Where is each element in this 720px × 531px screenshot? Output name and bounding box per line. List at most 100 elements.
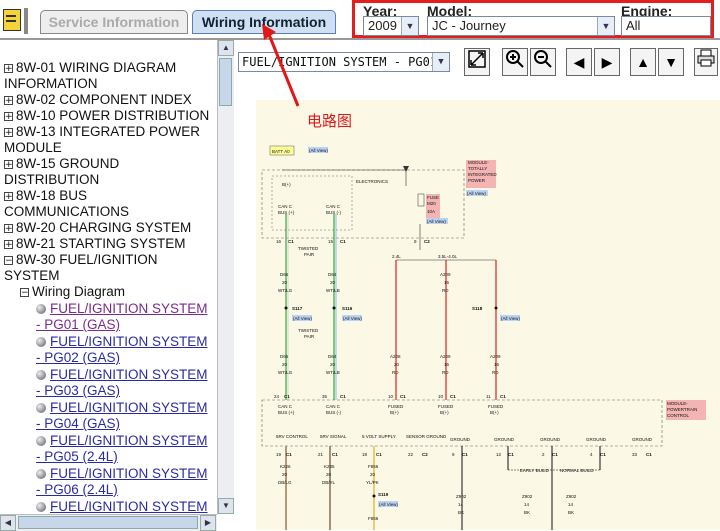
tree-item-cont[interactable]: INFORMATION — [4, 76, 98, 92]
fit-page-button[interactable] — [464, 48, 490, 76]
connector-label: C1 — [508, 452, 514, 457]
tree-link-cont[interactable]: - PG02 (GAS) — [36, 350, 120, 366]
connector-label: C2 — [422, 452, 428, 457]
tree-item[interactable]: +8W-10 POWER DISTRIBUTION — [4, 108, 209, 124]
wire-color: BK — [524, 510, 530, 515]
scroll-up-icon[interactable]: ▲ — [218, 40, 234, 56]
tree-item-cont[interactable]: SYSTEM — [4, 268, 60, 284]
wire-color: WT/LG — [278, 370, 293, 375]
splice-icon — [284, 306, 288, 310]
canc-label: CAN C — [278, 404, 293, 409]
scroll-page-down-button[interactable]: ▼ — [658, 48, 684, 76]
pin-label: 33 — [632, 452, 638, 457]
tree-item-cont[interactable]: MODULE — [4, 140, 62, 156]
connector-label: C1 — [376, 452, 382, 457]
arrow-up-icon: ▲ — [636, 54, 650, 70]
allview-text: (All View) — [501, 316, 520, 321]
expand-icon[interactable]: + — [4, 192, 13, 202]
scroll-left-icon[interactable]: ◀ — [0, 515, 16, 531]
tree-link[interactable]: FUEL/IGNITION SYSTEM — [36, 400, 208, 416]
print-button[interactable] — [694, 48, 718, 76]
bullet-icon — [36, 370, 46, 380]
tree-link-cont[interactable]: - PG04 (GAS) — [36, 416, 120, 432]
expand-icon[interactable]: + — [4, 64, 13, 74]
expand-icon[interactable]: + — [4, 240, 13, 250]
wire-gauge: 20 — [282, 472, 288, 477]
tree-item[interactable]: +8W-20 CHARGING SYSTEM — [4, 220, 191, 236]
wire-gauge: 14 — [524, 502, 530, 507]
tree-item[interactable]: +8W-01 WIRING DIAGRAM — [4, 60, 176, 76]
scroll-down-icon[interactable]: ▼ — [218, 498, 234, 514]
zoom-out-button[interactable] — [530, 48, 556, 76]
wire-id: Z902 — [566, 494, 577, 499]
previous-page-button[interactable]: ◀ — [566, 48, 592, 76]
wire-gauge: 20 — [370, 472, 376, 477]
scroll-right-icon[interactable]: ▶ — [200, 515, 216, 531]
next-page-button[interactable]: ▶ — [594, 48, 620, 76]
allview-text: (All View) — [343, 316, 362, 321]
pcm-pin-label: 5RV SIGNAL — [320, 434, 347, 439]
tree-link[interactable]: FUEL/IGNITION SYSTEM — [36, 433, 208, 449]
pcm-pin-label: SENSOR GROUND — [406, 434, 447, 439]
tree-link-cont[interactable]: - PG03 (GAS) — [36, 383, 120, 399]
pin-label: 24 — [274, 394, 280, 399]
tree-link[interactable]: FUEL/IGNITION SYSTEM — [36, 466, 208, 482]
fuse-text: M20 — [427, 201, 436, 206]
connector-label: C1 — [286, 452, 292, 457]
scroll-thumb[interactable] — [18, 516, 198, 529]
tree-link[interactable]: FUEL/IGNITION SYSTEM — [36, 499, 208, 514]
pair-label: PAIR — [304, 252, 315, 257]
tree-link[interactable]: FUEL/IGNITION SYSTEM — [36, 334, 208, 350]
wiring-diagram[interactable]: BATT A0 (All View) MODULE- TOTALLY INTEG… — [256, 100, 720, 530]
tree-link[interactable]: FUEL/IGNITION SYSTEM — [36, 367, 208, 383]
connector-label: C1 — [450, 394, 456, 399]
tree-item[interactable]: +8W-02 COMPONENT INDEX — [4, 92, 192, 108]
expand-icon[interactable]: + — [4, 112, 13, 122]
chevron-down-icon[interactable]: ▼ — [432, 53, 449, 71]
bplus-label: B(+) — [490, 410, 499, 415]
tree-link[interactable]: FUEL/IGNITION SYSTEM — [36, 301, 208, 317]
wire-gauge: 20 — [394, 362, 400, 367]
wire-color: RD — [492, 370, 499, 375]
tree-link-cont[interactable]: - PG06 (2.4L) — [36, 482, 118, 498]
tree-subitem-wiring-diagram[interactable]: − Wiring Diagram — [20, 284, 125, 300]
tree-item[interactable]: +8W-21 STARTING SYSTEM — [4, 236, 186, 252]
tab-service-information[interactable]: Service Information — [40, 10, 188, 34]
engine-select[interactable]: All — [621, 16, 711, 36]
expand-icon[interactable]: + — [4, 96, 13, 106]
tree-link-cont[interactable]: - PG05 (2.4L) — [36, 449, 118, 465]
book-icon[interactable] — [3, 9, 21, 31]
wire-id: A209 — [440, 354, 451, 359]
wire-id: D65 — [280, 354, 289, 359]
expand-icon[interactable]: + — [4, 128, 13, 138]
pcm-pin-label: GROUND — [586, 437, 607, 442]
scroll-page-up-button[interactable]: ▲ — [630, 48, 656, 76]
chevron-down-icon[interactable]: ▼ — [401, 17, 418, 35]
collapse-icon[interactable]: − — [20, 288, 29, 298]
tree-item[interactable]: +8W-15 GROUND — [4, 156, 119, 172]
wire-id: Z902 — [522, 494, 533, 499]
zoom-in-button[interactable] — [502, 48, 528, 76]
arrow-icon — [403, 166, 409, 172]
tree-item[interactable]: +8W-18 BUS — [4, 188, 87, 204]
tree-item-cont[interactable]: DISTRIBUTION — [4, 172, 99, 188]
model-select[interactable]: JC - Journey ▼ — [427, 16, 615, 36]
engine-variant-label: 3.5L-4.0L — [438, 254, 458, 259]
tree-item[interactable]: −8W-30 FUEL/IGNITION — [4, 252, 158, 268]
tree-link-cont[interactable]: - PG01 (GAS) — [36, 317, 120, 333]
wire-id: A208 — [390, 354, 401, 359]
tree-horizontal-scrollbar[interactable]: ◀ ▶ — [0, 514, 217, 531]
tree-item[interactable]: +8W-13 INTEGRATED POWER — [4, 124, 200, 140]
year-select[interactable]: 2009 ▼ — [363, 16, 419, 36]
scroll-thumb[interactable] — [219, 58, 232, 106]
splice-icon — [372, 494, 376, 498]
canc-label: CAN C — [326, 404, 341, 409]
chevron-down-icon[interactable]: ▼ — [597, 17, 614, 35]
collapse-icon[interactable]: − — [4, 256, 13, 266]
annotation-arrow — [262, 24, 300, 107]
tree-item-cont[interactable]: COMMUNICATIONS — [4, 204, 129, 220]
expand-icon[interactable]: + — [4, 224, 13, 234]
expand-icon[interactable]: + — [4, 160, 13, 170]
tree-vertical-scrollbar[interactable]: ▲ ▼ — [217, 40, 234, 514]
zoom-in-icon — [506, 50, 524, 68]
